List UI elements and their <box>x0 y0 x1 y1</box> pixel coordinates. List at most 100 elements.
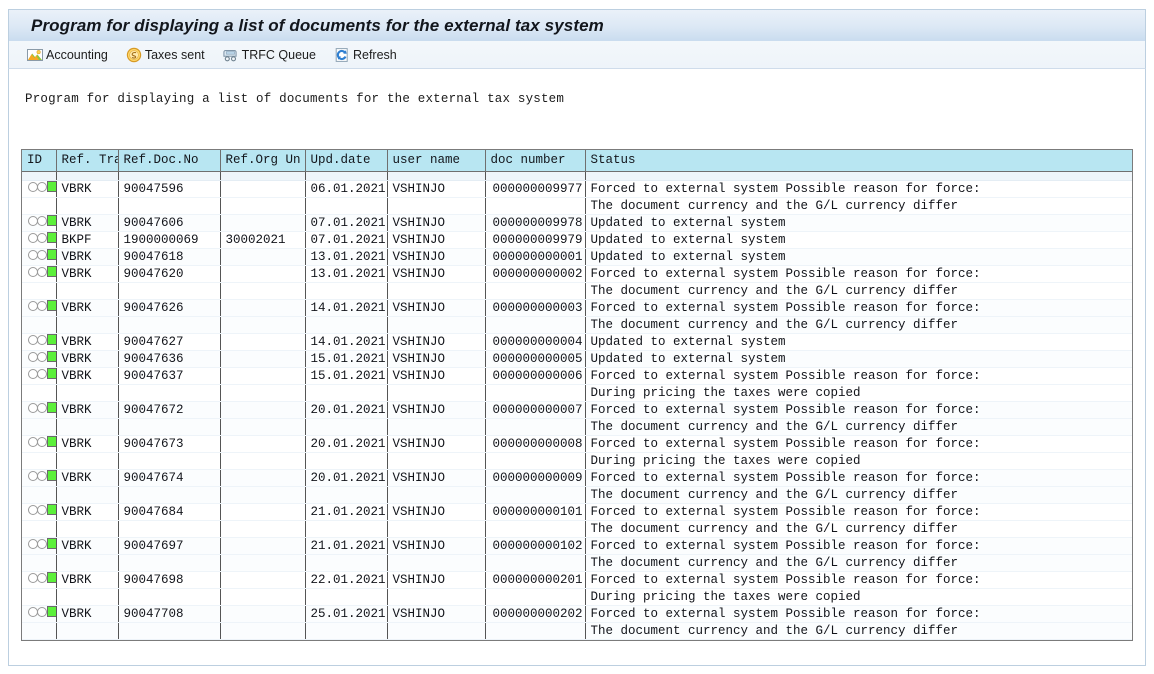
column-header-user-name[interactable]: user name <box>387 150 486 172</box>
table-header-row: ID Ref. Tran. Ref.Doc.No Ref.Org Un Upd.… <box>22 150 1132 172</box>
traffic-light-green-icon[interactable] <box>27 504 55 515</box>
cell-empty <box>485 418 586 436</box>
traffic-light-green-icon[interactable] <box>27 300 55 311</box>
cell-doc-number: 000000000102 <box>485 537 586 555</box>
table-row[interactable]: VBRK 90047637 15.01.2021 VSHINJO 00000000000… <box>22 367 1132 385</box>
cell-ref-org-un <box>220 469 306 487</box>
traffic-light-green-icon[interactable] <box>27 538 55 549</box>
window-title-bar: Program for displaying a list of documen… <box>8 9 1146 41</box>
table-row[interactable]: VBRK 90047674 20.01.2021 VSHINJO 00000000000… <box>22 469 1132 487</box>
cell-doc-number: 000000009978 <box>485 214 586 232</box>
traffic-light-green-icon[interactable] <box>27 402 55 413</box>
column-header-status[interactable]: Status <box>585 150 1132 172</box>
cell-empty <box>118 418 221 436</box>
cell-empty <box>387 418 486 436</box>
traffic-light-green-icon[interactable] <box>27 334 55 345</box>
cell-id <box>22 435 57 453</box>
table-row[interactable]: VBRK 90047684 21.01.2021 VSHINJO 00000000010… <box>22 503 1132 521</box>
traffic-light-green-icon[interactable] <box>27 368 55 379</box>
cell-ref-doc-no: 90047637 <box>118 367 221 385</box>
table-row[interactable]: VBRK 90047596 06.01.2021 VSHINJO 00000000997… <box>22 180 1132 198</box>
cell-doc-number: 000000000008 <box>485 435 586 453</box>
cell-ref-doc-no: 90047627 <box>118 333 221 351</box>
traffic-light-green-icon[interactable] <box>27 181 55 192</box>
traffic-light-green-icon[interactable] <box>27 470 55 481</box>
cell-id <box>22 265 57 283</box>
cell-status-continued: The document currency and the G/L curren… <box>585 520 1132 538</box>
cell-ref-doc-no: 90047708 <box>118 605 221 623</box>
table-row[interactable]: VBRK 90047618 13.01.2021 VSHINJO 00000000000… <box>22 248 1132 266</box>
table-row[interactable]: VBRK 90047697 21.01.2021 VSHINJO 00000000010… <box>22 537 1132 555</box>
table-row[interactable]: VBRK 90047672 20.01.2021 VSHINJO 00000000000… <box>22 401 1132 419</box>
column-header-ref-doc-no[interactable]: Ref.Doc.No <box>118 150 221 172</box>
taxes-sent-button[interactable]: Taxes sent <box>126 45 205 65</box>
column-header-ref-tran[interactable]: Ref. Tran. <box>56 150 119 172</box>
cell-upd-date: 07.01.2021 <box>305 231 388 249</box>
cell-ref-org-un: 30002021 <box>220 231 306 249</box>
table-row[interactable]: VBRK 90047620 13.01.2021 VSHINJO 00000000000… <box>22 265 1132 283</box>
column-header-upd-date[interactable]: Upd.date <box>305 150 388 172</box>
cell-user-name: VSHINJO <box>387 571 486 589</box>
traffic-light-green-icon[interactable] <box>27 572 55 583</box>
table-row-continuation: During pricing the taxes were copied <box>22 384 1132 402</box>
traffic-light-green-icon[interactable] <box>27 436 55 447</box>
taxes-sent-button-label: Taxes sent <box>144 47 205 62</box>
cell-ref-org-un <box>220 350 306 368</box>
traffic-light-green-icon[interactable] <box>27 232 55 243</box>
cell-empty <box>22 520 57 538</box>
cell-empty <box>220 384 306 402</box>
cell-empty <box>22 622 57 640</box>
cell-status-continued: The document currency and the G/L curren… <box>585 316 1132 334</box>
cell-status: Forced to external system Possible reaso… <box>585 605 1132 623</box>
cell-ref-tran: VBRK <box>56 435 119 453</box>
cell-id <box>22 401 57 419</box>
table-row[interactable]: VBRK 90047673 20.01.2021 VSHINJO 00000000000… <box>22 435 1132 453</box>
table-row[interactable]: VBRK 90047606 07.01.2021 VSHINJO 00000000997… <box>22 214 1132 232</box>
cell-empty <box>118 554 221 572</box>
refresh-button[interactable]: Refresh <box>334 45 397 65</box>
table-row-continuation: During pricing the taxes were copied <box>22 452 1132 470</box>
cell-upd-date: 21.01.2021 <box>305 503 388 521</box>
cell-ref-tran: VBRK <box>56 503 119 521</box>
cell-empty <box>56 520 119 538</box>
cell-doc-number: 000000000006 <box>485 367 586 385</box>
cell-ref-org-un <box>220 605 306 623</box>
traffic-light-green-icon[interactable] <box>27 215 55 226</box>
cell-id <box>22 605 57 623</box>
cell-empty <box>305 520 388 538</box>
table-row[interactable]: VBRK 90047626 14.01.2021 VSHINJO 00000000000… <box>22 299 1132 317</box>
cell-ref-org-un <box>220 537 306 555</box>
trfc-queue-button-label: TRFC Queue <box>241 47 316 62</box>
cell-doc-number: 000000000202 <box>485 605 586 623</box>
taxes-sent-icon <box>126 47 142 62</box>
cell-empty <box>220 622 306 640</box>
table-row[interactable]: VBRK 90047627 14.01.2021 VSHINJO 00000000000… <box>22 333 1132 351</box>
cell-status: Forced to external system Possible reaso… <box>585 503 1132 521</box>
table-row[interactable]: VBRK 90047636 15.01.2021 VSHINJO 00000000000… <box>22 350 1132 368</box>
cell-empty <box>220 588 306 606</box>
cell-user-name: VSHINJO <box>387 265 486 283</box>
accounting-button[interactable]: Accounting <box>27 45 108 65</box>
cell-empty <box>485 622 586 640</box>
cell-empty <box>485 554 586 572</box>
cell-empty <box>305 486 388 504</box>
table-row[interactable]: BKPF 1900000069 30002021 07.01.2021 VSHINJO 0… <box>22 231 1132 249</box>
table-row[interactable]: VBRK 90047698 22.01.2021 VSHINJO 00000000020… <box>22 571 1132 589</box>
column-header-ref-org-un[interactable]: Ref.Org Un <box>220 150 306 172</box>
traffic-light-green-icon[interactable] <box>27 266 55 277</box>
cell-empty <box>485 452 586 470</box>
cell-user-name: VSHINJO <box>387 435 486 453</box>
traffic-light-green-icon[interactable] <box>27 351 55 362</box>
cell-ref-org-un <box>220 367 306 385</box>
cell-empty <box>22 486 57 504</box>
table-row[interactable]: VBRK 90047708 25.01.2021 VSHINJO 00000000020… <box>22 605 1132 623</box>
column-header-id[interactable]: ID <box>22 150 57 172</box>
cell-empty <box>305 554 388 572</box>
column-header-doc-number[interactable]: doc number <box>485 150 586 172</box>
cell-empty <box>485 486 586 504</box>
traffic-light-green-icon[interactable] <box>27 606 55 617</box>
sap-report-window: Program for displaying a list of documen… <box>0 0 1154 674</box>
cell-empty <box>220 197 306 215</box>
trfc-queue-button[interactable]: TRFC Queue <box>223 45 316 65</box>
traffic-light-green-icon[interactable] <box>27 249 55 260</box>
